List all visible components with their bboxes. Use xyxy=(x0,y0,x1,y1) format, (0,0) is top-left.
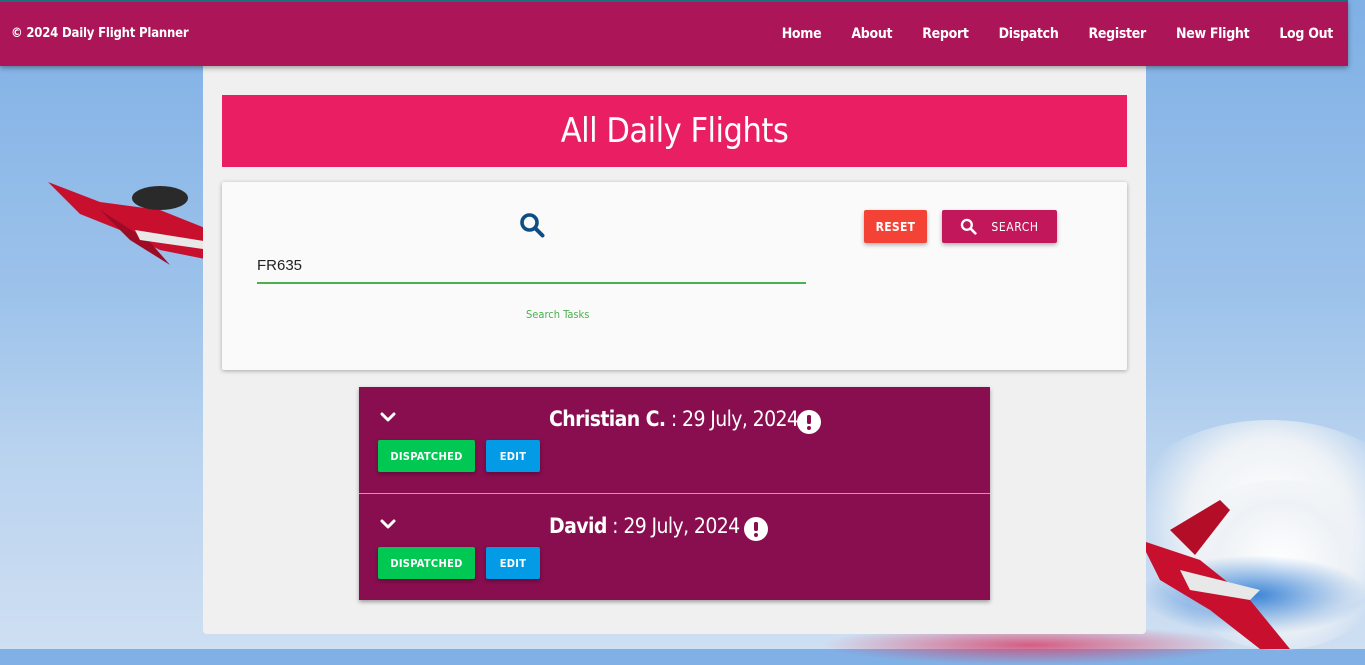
page-title: All Daily Flights xyxy=(222,95,1127,167)
nav-dispatch-link[interactable]: Dispatch xyxy=(999,26,1059,42)
nav-report-link[interactable]: Report xyxy=(922,26,969,42)
flight-title: David : 29 July, 2024 xyxy=(549,514,740,538)
nav-new-flight-link[interactable]: New Flight xyxy=(1176,26,1250,42)
chevron-down-icon[interactable] xyxy=(380,411,396,423)
edit-button[interactable]: EDIT xyxy=(486,440,540,472)
top-navbar: © 2024 Daily Flight Planner Home About R… xyxy=(0,0,1348,66)
edit-button[interactable]: EDIT xyxy=(486,547,540,579)
search-icon xyxy=(520,213,545,238)
reset-button[interactable]: RESET xyxy=(864,210,927,243)
brand-copyright: © 2024 Daily Flight Planner xyxy=(11,26,189,41)
flight-title: Christian C. : 29 July, 2024 xyxy=(549,407,799,431)
exclamation-circle-icon xyxy=(797,410,821,434)
search-label: Search Tasks xyxy=(526,308,590,321)
exclamation-circle-icon xyxy=(744,517,768,541)
search-button-label: SEARCH xyxy=(991,219,1039,234)
flight-item: Christian C. : 29 July, 2024 DISPATCHED … xyxy=(359,387,990,494)
main-nav: Home About Report Dispatch Register New … xyxy=(752,26,1334,42)
main-panel: All Daily Flights Search Tasks RESET SEA… xyxy=(203,66,1146,634)
flight-item: David : 29 July, 2024 DISPATCHED EDIT xyxy=(359,494,990,600)
jet-image xyxy=(1140,500,1290,649)
nav-register-link[interactable]: Register xyxy=(1088,26,1146,42)
search-icon xyxy=(961,218,978,235)
search-card: Search Tasks RESET SEARCH xyxy=(222,182,1127,370)
jet-image xyxy=(48,182,210,265)
nav-about-link[interactable]: About xyxy=(851,26,892,42)
flight-list: Christian C. : 29 July, 2024 DISPATCHED … xyxy=(359,387,990,600)
pilot-name: Christian C. xyxy=(549,407,666,431)
search-button[interactable]: SEARCH xyxy=(942,210,1057,243)
flight-date: : 29 July, 2024 xyxy=(670,407,799,431)
dispatched-button[interactable]: DISPATCHED xyxy=(378,547,475,579)
flight-date: : 29 July, 2024 xyxy=(612,514,740,538)
dispatched-button[interactable]: DISPATCHED xyxy=(378,440,475,472)
chevron-down-icon[interactable] xyxy=(380,518,396,530)
pilot-name: David xyxy=(549,514,607,538)
nav-home-link[interactable]: Home xyxy=(782,26,822,42)
nav-logout-link[interactable]: Log Out xyxy=(1279,26,1333,42)
search-input[interactable] xyxy=(257,248,806,284)
